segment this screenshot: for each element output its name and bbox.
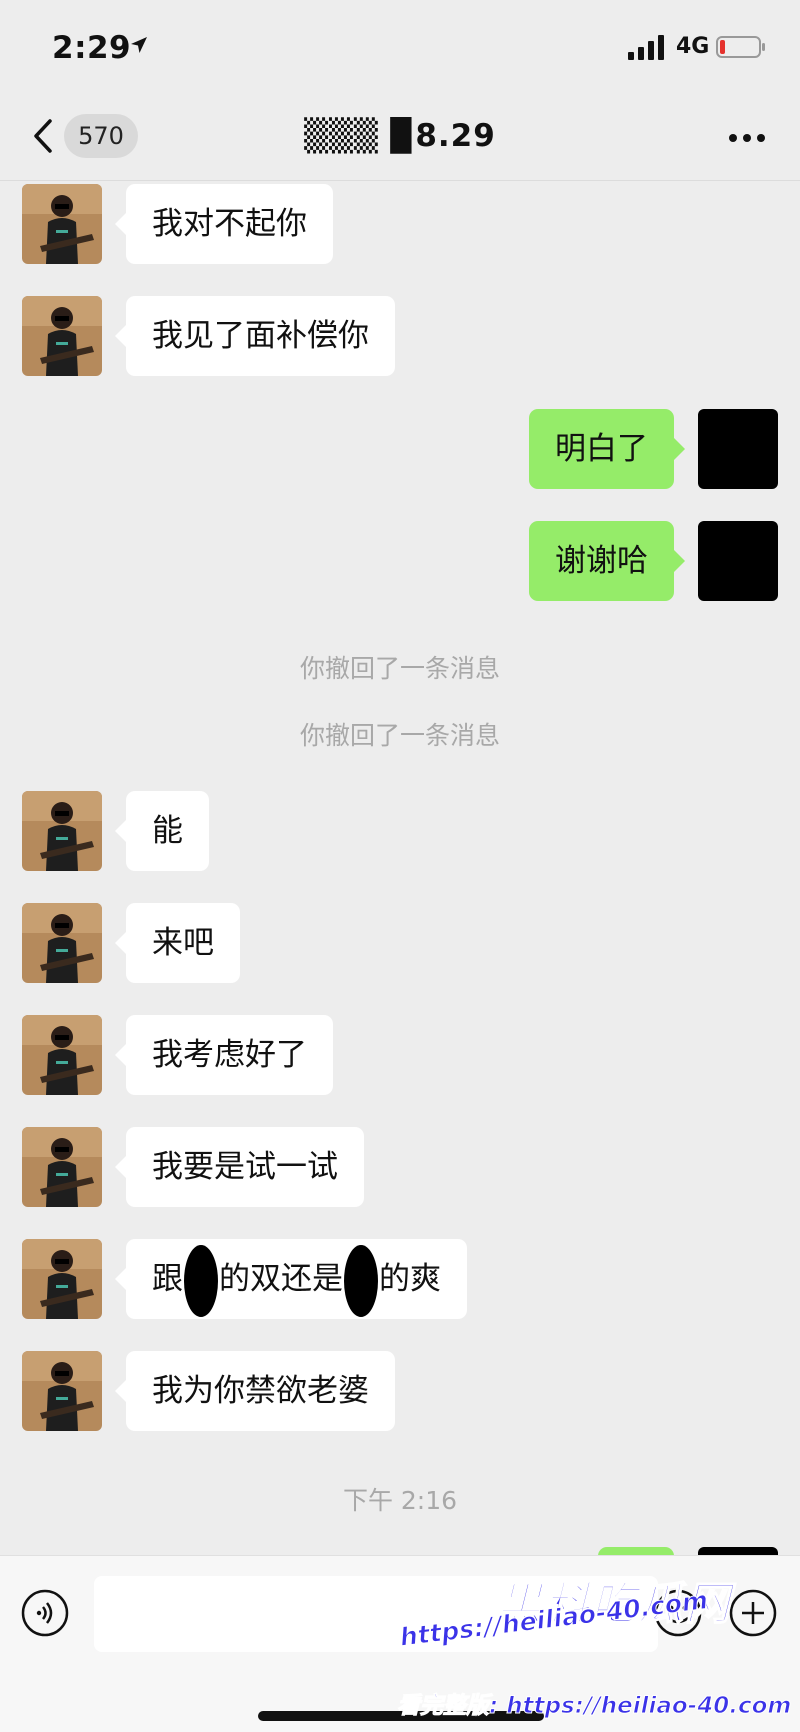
contact-avatar[interactable]: [22, 296, 102, 376]
recall-notice: 你撤回了一条消息: [299, 721, 500, 750]
incoming-message[interactable]: 我考虑好了: [115, 1015, 333, 1095]
contact-avatar[interactable]: [22, 184, 102, 264]
message-list[interactable]: 我对不起你 我见了面补偿你 明白了 谢谢哈 你撤回了一条消息 你撤回了一条消息: [0, 181, 800, 1555]
chat-title: ▒▒▒ ▉8.29: [304, 118, 496, 154]
contact-avatar[interactable]: [22, 1239, 102, 1319]
incoming-message[interactable]: 我对不起你: [115, 184, 333, 264]
voice-input-icon[interactable]: [20, 1588, 70, 1638]
contact-avatar[interactable]: [22, 1127, 102, 1207]
self-avatar[interactable]: [698, 1547, 778, 1555]
redaction-mark: [184, 1244, 218, 1317]
incoming-message[interactable]: 我见了面补偿你: [115, 296, 395, 376]
message-text-part: 的双还是: [219, 1261, 343, 1297]
outgoing-message-partial[interactable]: [598, 1547, 674, 1555]
incoming-message[interactable]: 我要是试一试: [115, 1127, 364, 1207]
contact-avatar[interactable]: [22, 1351, 102, 1431]
network-type: 4G: [676, 34, 710, 59]
contact-avatar[interactable]: [22, 791, 102, 871]
self-avatar[interactable]: [698, 409, 778, 489]
status-bar: 2:29 4G: [0, 0, 800, 100]
redaction-mark: [344, 1244, 378, 1317]
outgoing-message[interactable]: 谢谢哈: [529, 521, 685, 601]
incoming-message[interactable]: 来吧: [115, 903, 240, 983]
incoming-message[interactable]: 跟的双还是 的爽: [115, 1239, 467, 1319]
battery-low-icon: [716, 36, 765, 58]
incoming-message[interactable]: 能: [115, 791, 209, 871]
incoming-message[interactable]: 我为你禁欲老婆: [115, 1351, 395, 1431]
outgoing-message[interactable]: 明白了: [529, 409, 685, 489]
message-text-part: 跟: [152, 1261, 183, 1297]
timestamp-divider: 下午 2:16: [342, 1486, 458, 1515]
cellular-signal-icon: [628, 35, 664, 60]
recall-notice: 你撤回了一条消息: [299, 654, 500, 683]
location-arrow-icon: [131, 37, 147, 53]
message-text-part: 的爽: [379, 1261, 441, 1297]
status-time: 2:29: [52, 30, 132, 66]
chat-header: 570 ▒▒▒ ▉8.29: [0, 100, 800, 181]
self-avatar[interactable]: [698, 521, 778, 601]
watermark-subtitle: 看完整版: https://heiliao-40.com: [396, 1693, 792, 1720]
more-options-icon[interactable]: [727, 126, 767, 150]
plus-icon[interactable]: [728, 1588, 778, 1638]
contact-avatar[interactable]: [22, 903, 102, 983]
contact-avatar[interactable]: [22, 1015, 102, 1095]
